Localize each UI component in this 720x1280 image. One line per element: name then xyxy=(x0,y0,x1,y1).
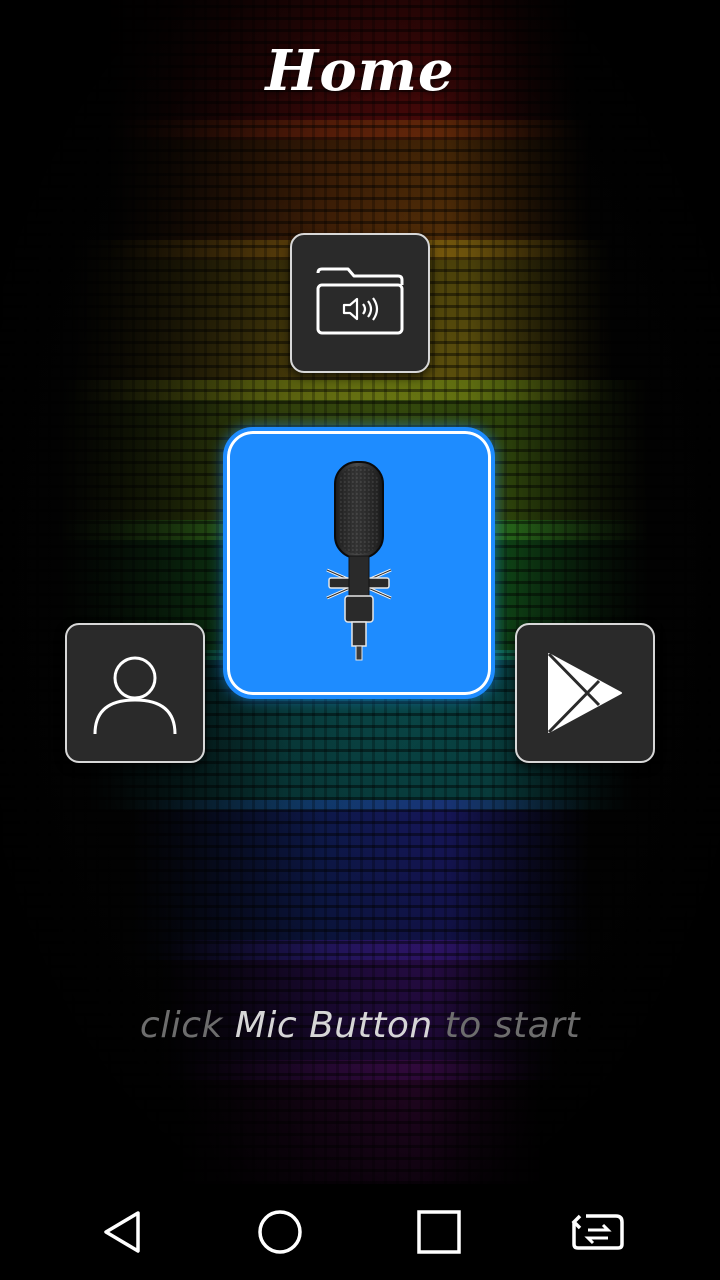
play-store-button[interactable] xyxy=(515,623,655,763)
profile-button[interactable] xyxy=(65,623,205,763)
start-hint: click Mic Button to start xyxy=(0,1005,720,1046)
nav-recents-button[interactable] xyxy=(391,1184,487,1280)
system-nav-bar xyxy=(0,1184,720,1280)
nav-home-button[interactable] xyxy=(232,1184,328,1280)
back-icon xyxy=(104,1211,140,1253)
page-title: Home xyxy=(265,38,455,104)
play-store-icon xyxy=(547,652,622,734)
audio-folder-icon xyxy=(316,267,404,335)
user-profile-icon xyxy=(93,656,177,735)
home-icon xyxy=(258,1210,302,1254)
hint-suffix: to start xyxy=(432,1005,581,1046)
mic-record-button[interactable] xyxy=(223,427,495,699)
switch-app-icon xyxy=(571,1214,624,1250)
recordings-folder-button[interactable] xyxy=(290,233,430,373)
recents-icon xyxy=(417,1210,461,1254)
nav-switch-app-button[interactable] xyxy=(550,1184,646,1280)
nav-back-button[interactable] xyxy=(74,1184,170,1280)
microphone-icon xyxy=(326,461,392,661)
hint-highlight: Mic Button xyxy=(234,1005,433,1046)
hint-prefix: click xyxy=(139,1005,235,1046)
